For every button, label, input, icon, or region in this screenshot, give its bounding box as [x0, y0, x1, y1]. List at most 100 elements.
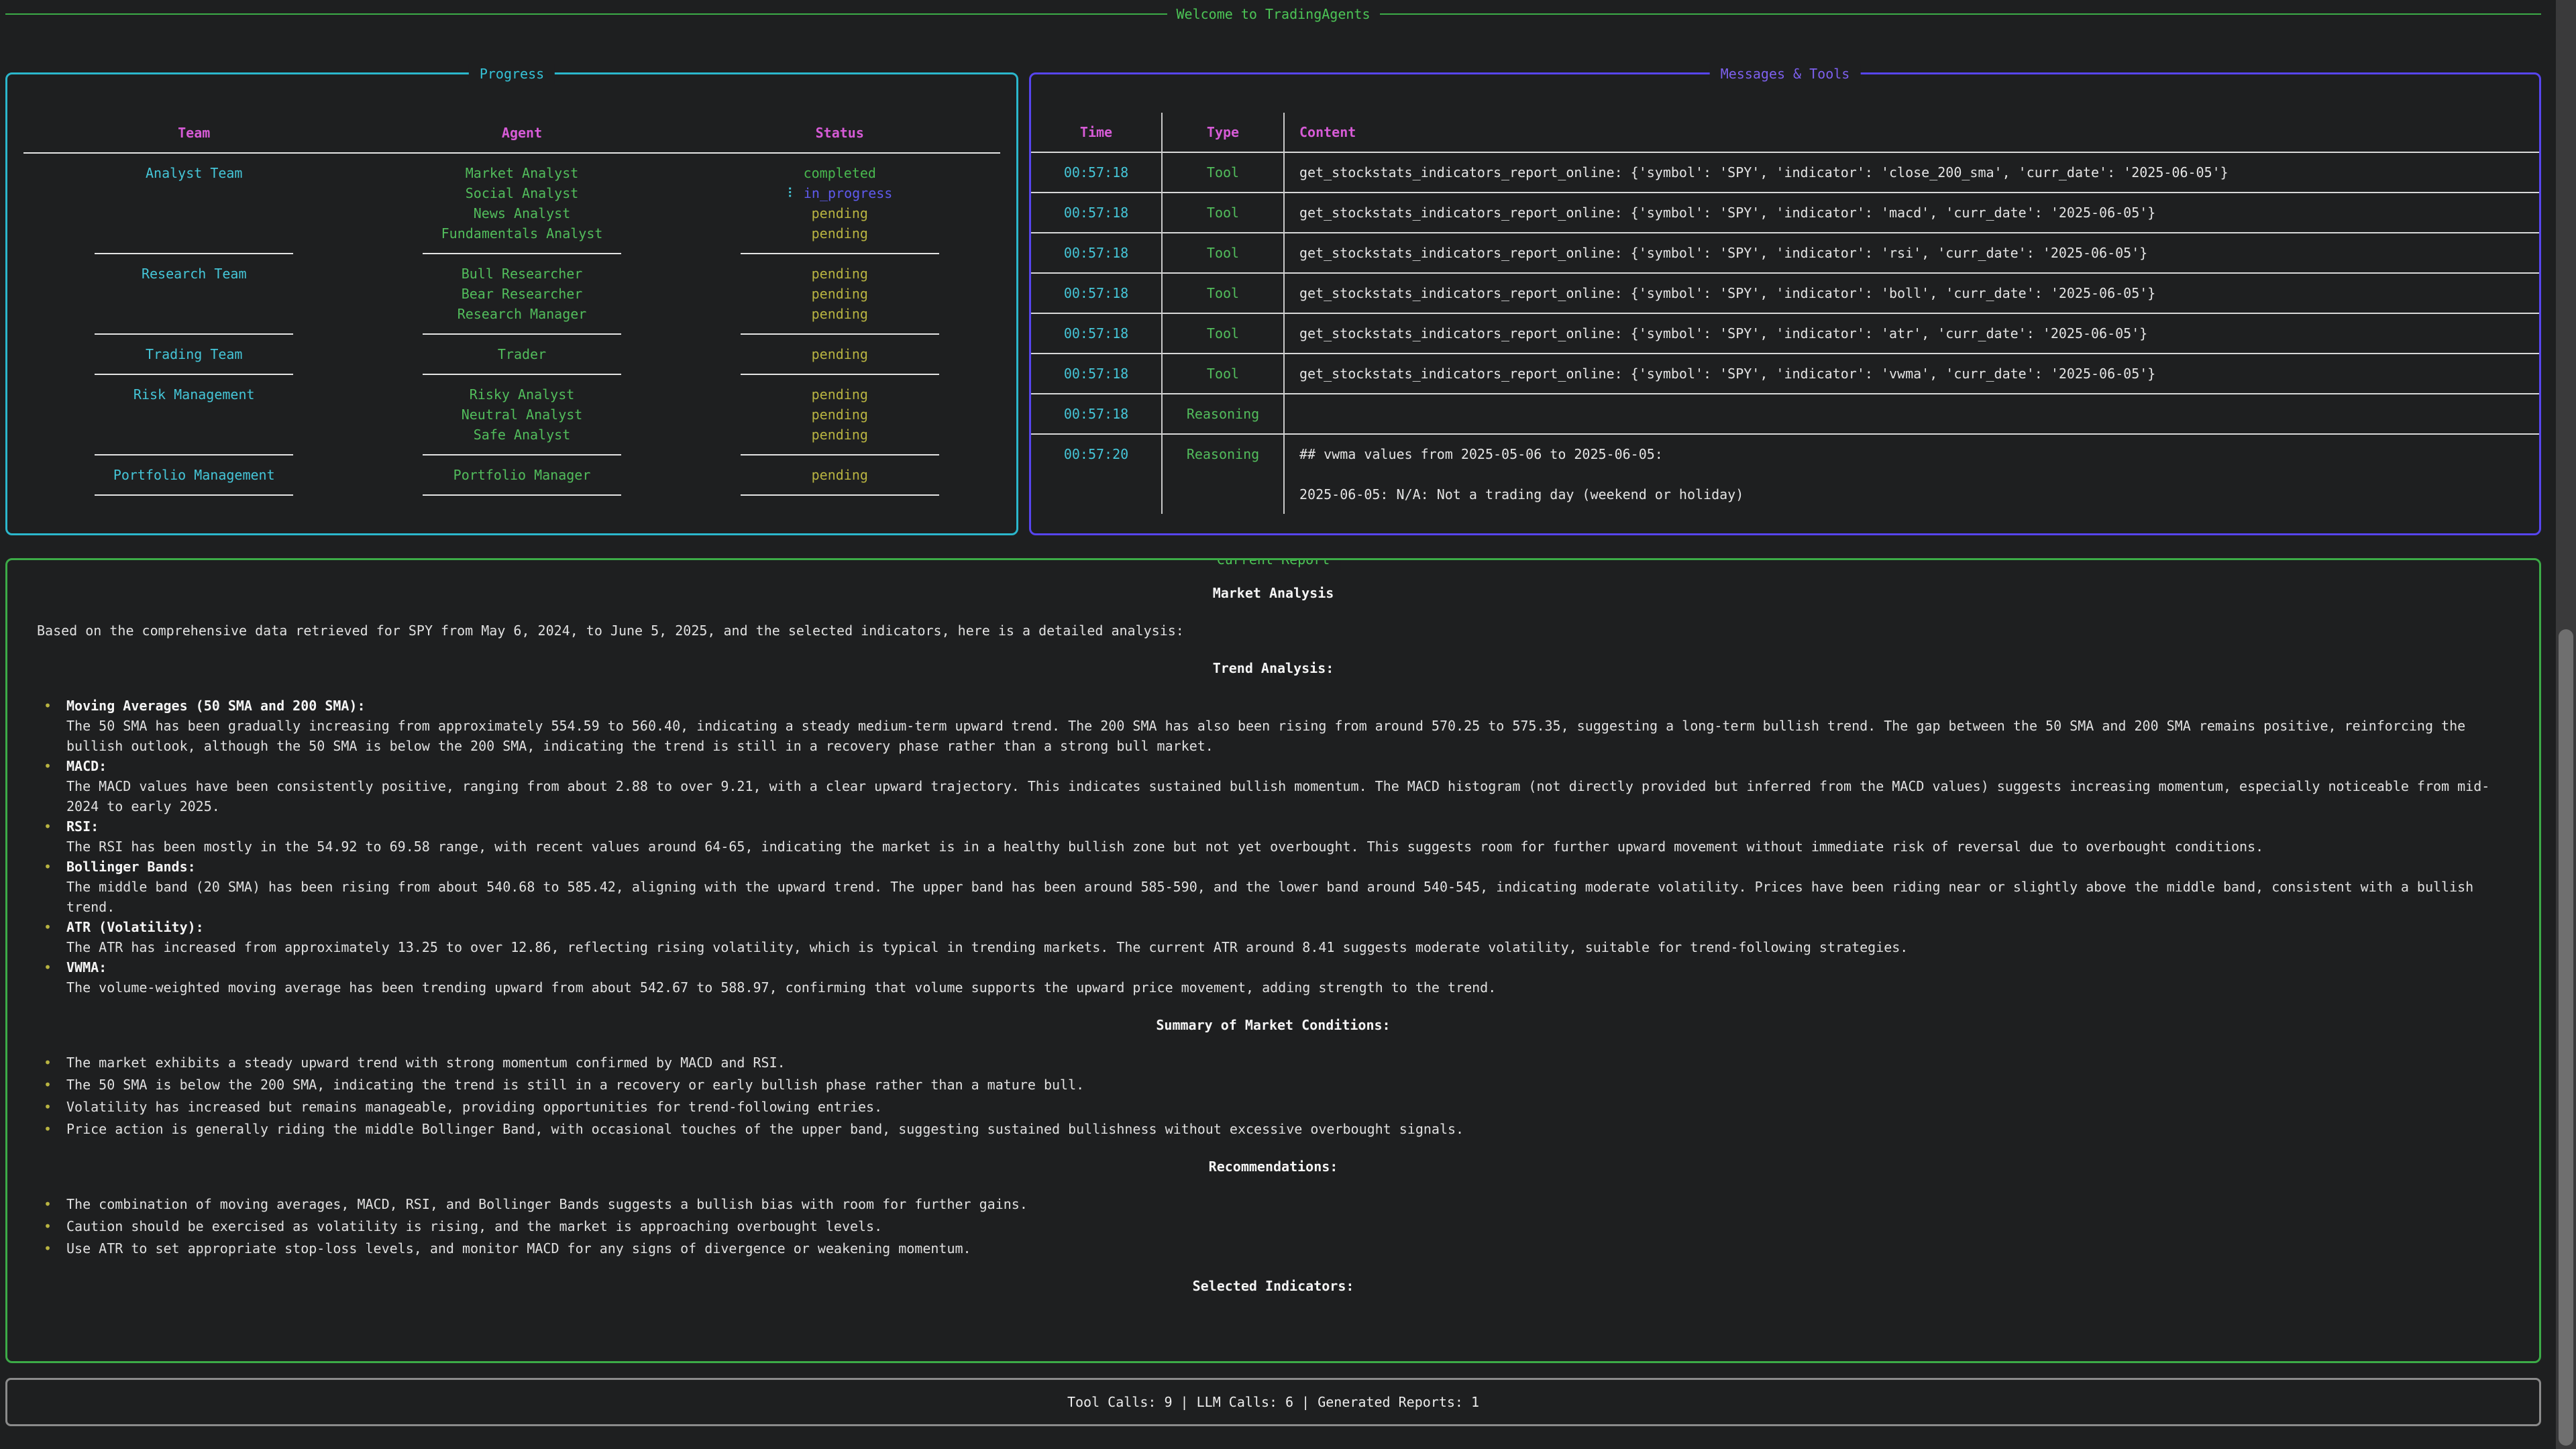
team-separator	[7, 445, 1016, 465]
footer-bar: Tool Calls: 9 | LLM Calls: 6 | Generated…	[5, 1378, 2541, 1426]
message-time: 00:57:20	[1031, 435, 1163, 514]
blank-line	[1299, 464, 2528, 484]
messages-table: Time Type Content 00:57:18 Tool get_stoc…	[1031, 113, 2539, 514]
status-badge: completed	[663, 163, 1016, 183]
scrollbar-thumb[interactable]	[2559, 629, 2573, 1446]
report-panel-title: Current Report	[1206, 558, 1341, 570]
report-bullet-list: Moving Averages (50 SMA and 200 SMA): Th…	[37, 696, 2510, 998]
message-content: get_stockstats_indicators_report_online:…	[1285, 314, 2539, 354]
message-type: Tool	[1163, 274, 1285, 314]
welcome-rule: Welcome to TradingAgents	[5, 4, 2541, 24]
team-separator	[7, 324, 1016, 344]
message-row: 00:57:18 Tool get_stockstats_indicators_…	[1031, 153, 2539, 193]
status-badge: pending	[663, 384, 1016, 405]
progress-panel: Progress Team Agent Status Analyst Team …	[5, 72, 1018, 535]
team-separator	[7, 485, 1016, 505]
agent-label: Neutral Analyst	[380, 405, 663, 425]
bullet-item: Bollinger Bands: The middle band (20 SMA…	[37, 857, 2510, 917]
status-badge: ⠇in_progress	[663, 183, 1016, 203]
section-heading: Selected Indicators:	[37, 1276, 2510, 1296]
bullet-text: The volume-weighted moving average has b…	[66, 977, 2510, 998]
message-time: 00:57:18	[1031, 354, 1163, 394]
bullet-label: Moving Averages (50 SMA and 200 SMA):	[66, 696, 2510, 716]
report-heading: Market Analysis	[37, 583, 2510, 603]
bullet-label: RSI:	[66, 816, 2510, 837]
bullet-item: Caution should be exercised as volatilit…	[37, 1216, 2510, 1236]
bullet-item: Moving Averages (50 SMA and 200 SMA): Th…	[37, 696, 2510, 756]
message-time: 00:57:18	[1031, 233, 1163, 274]
section-heading: Recommendations:	[37, 1157, 2510, 1177]
message-type: Tool	[1163, 193, 1285, 233]
message-type: Tool	[1163, 233, 1285, 274]
message-row: 00:57:18 Tool get_stockstats_indicators_…	[1031, 314, 2539, 354]
bullet-item: Price action is generally riding the mid…	[37, 1119, 2510, 1139]
header-separator	[7, 143, 1016, 163]
message-time: 00:57:18	[1031, 394, 1163, 435]
message-content: get_stockstats_indicators_report_online:…	[1285, 233, 2539, 274]
status-badge: pending	[663, 203, 1016, 223]
section-heading: Summary of Market Conditions:	[37, 1015, 2510, 1035]
messages-panel: Messages & Tools Time Type Content 00:57…	[1029, 72, 2541, 535]
team-group: Portfolio Management Portfolio Manager p…	[7, 465, 1016, 485]
message-row: 00:57:18 Tool get_stockstats_indicators_…	[1031, 193, 2539, 233]
message-row: 00:57:18 Tool get_stockstats_indicators_…	[1031, 354, 2539, 394]
message-time: 00:57:18	[1031, 193, 1163, 233]
agent-label: Safe Analyst	[380, 425, 663, 445]
team-label: Portfolio Management	[7, 465, 380, 485]
agent-label: News Analyst	[380, 203, 663, 223]
message-time: 00:57:18	[1031, 274, 1163, 314]
agent-label: Portfolio Manager	[380, 465, 663, 485]
agent-label: Trader	[380, 344, 663, 364]
agent-label: Research Manager	[380, 304, 663, 324]
welcome-title: Welcome to TradingAgents	[1177, 4, 1371, 24]
agent-label: Bear Researcher	[380, 284, 663, 304]
message-type: Tool	[1163, 314, 1285, 354]
bullet-text: The middle band (20 SMA) has been rising…	[66, 877, 2510, 917]
team-label: Analyst Team	[7, 163, 380, 244]
bullet-label: ATR (Volatility):	[66, 917, 2510, 937]
message-row: 00:57:18 Reasoning	[1031, 394, 2539, 435]
message-type: Tool	[1163, 354, 1285, 394]
bullet-item: The combination of moving averages, MACD…	[37, 1194, 2510, 1214]
message-content-line: ## vwma values from 2025-05-06 to 2025-0…	[1299, 444, 2528, 464]
bullet-item: MACD: The MACD values have been consiste…	[37, 756, 2510, 816]
spinner-icon: ⠇	[787, 185, 797, 201]
column-header-time: Time	[1031, 113, 1163, 153]
agent-label: Risky Analyst	[380, 384, 663, 405]
message-row: 00:57:18 Tool get_stockstats_indicators_…	[1031, 274, 2539, 314]
scrollbar-track[interactable]	[2556, 0, 2576, 1449]
bullet-label: MACD:	[66, 756, 2510, 776]
message-type: Reasoning	[1163, 435, 1285, 514]
terminal-app: Welcome to TradingAgents Progress Team A…	[5, 4, 2541, 1426]
column-header-status: Status	[663, 123, 1016, 143]
team-group: Trading Team Trader pending	[7, 344, 1016, 364]
team-label: Research Team	[7, 264, 380, 324]
bullet-item: The 50 SMA is below the 200 SMA, indicat…	[37, 1075, 2510, 1095]
message-content: get_stockstats_indicators_report_online:…	[1285, 153, 2539, 193]
team-label: Risk Management	[7, 384, 380, 445]
bullet-item: RSI: The RSI has been mostly in the 54.9…	[37, 816, 2510, 857]
team-separator	[7, 364, 1016, 384]
team-group: Analyst Team Market Analyst Social Analy…	[7, 163, 1016, 244]
status-badge: pending	[663, 264, 1016, 284]
report-panel: Current Report Market Analysis Based on …	[5, 558, 2541, 1363]
column-header-team: Team	[7, 123, 380, 143]
column-header-agent: Agent	[380, 123, 663, 143]
footer-stats: Tool Calls: 9 | LLM Calls: 6 | Generated…	[1067, 1392, 1479, 1412]
bullet-item: VWMA: The volume-weighted moving average…	[37, 957, 2510, 998]
team-group: Research Team Bull Researcher Bear Resea…	[7, 264, 1016, 324]
message-time: 00:57:18	[1031, 314, 1163, 354]
status-badge: pending	[663, 405, 1016, 425]
team-group: Risk Management Risky Analyst Neutral An…	[7, 384, 1016, 445]
column-header-type: Type	[1163, 113, 1285, 153]
message-type: Tool	[1163, 153, 1285, 193]
message-content: ## vwma values from 2025-05-06 to 2025-0…	[1285, 435, 2539, 514]
bullet-label: Bollinger Bands:	[66, 857, 2510, 877]
bullet-text: The RSI has been mostly in the 54.92 to …	[66, 837, 2510, 857]
agent-label: Market Analyst	[380, 163, 663, 183]
message-type: Reasoning	[1163, 394, 1285, 435]
bullet-text: The 50 SMA has been gradually increasing…	[66, 716, 2510, 756]
team-separator	[7, 244, 1016, 264]
bullet-item: Use ATR to set appropriate stop-loss lev…	[37, 1238, 2510, 1258]
message-content: get_stockstats_indicators_report_online:…	[1285, 354, 2539, 394]
